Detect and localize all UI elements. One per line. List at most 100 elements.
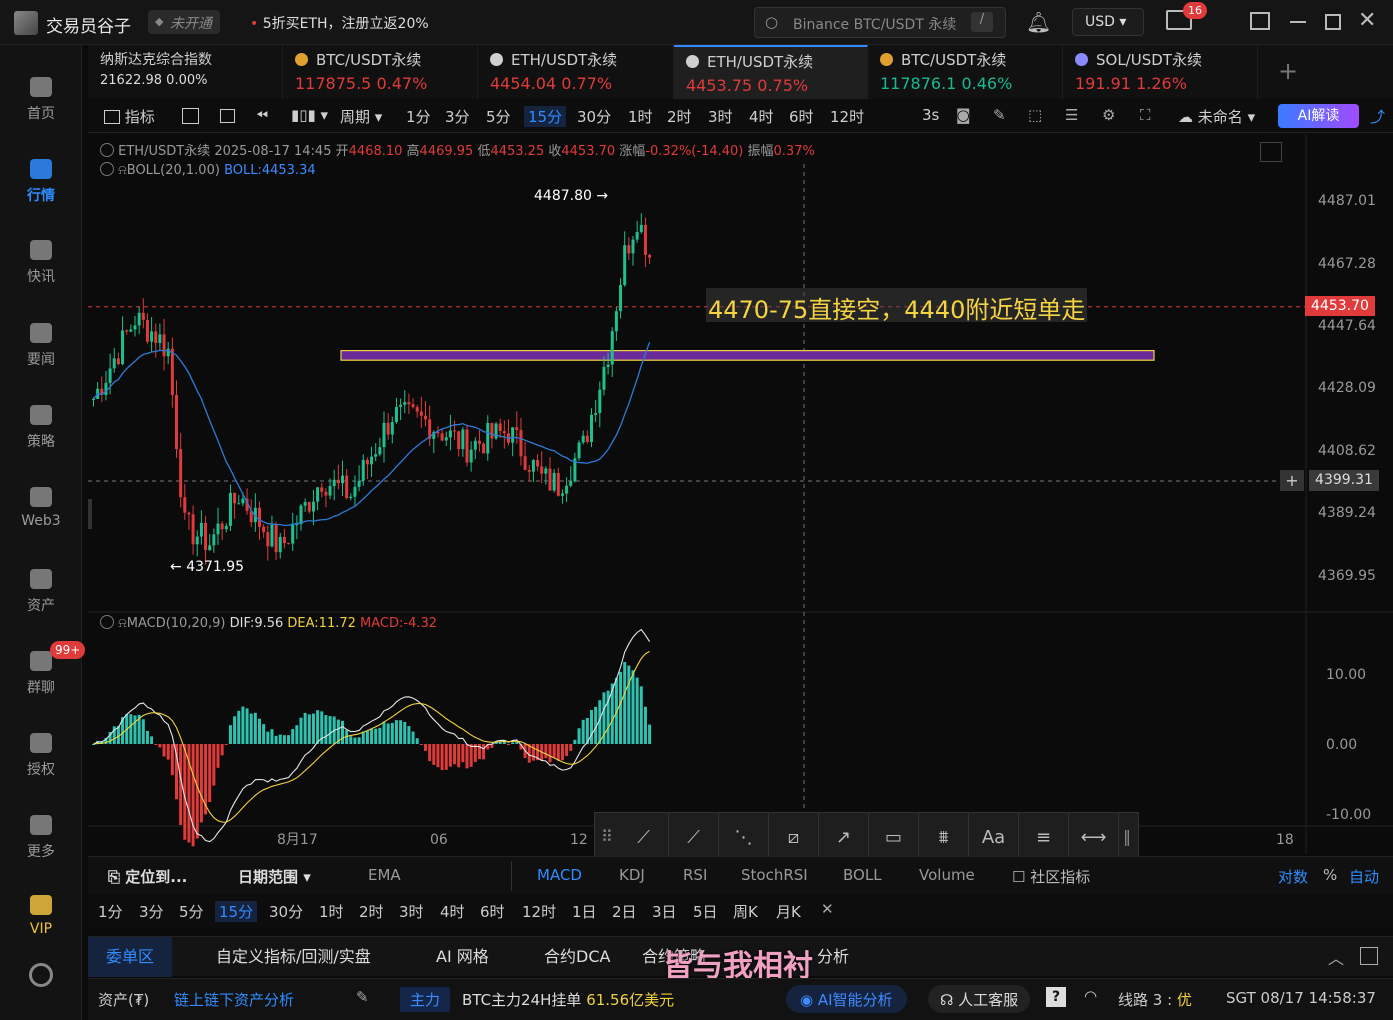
customer-service-button[interactable]: ☊ 人工客服 — [928, 985, 1031, 1013]
sidebar-item-6[interactable]: 资产 — [0, 567, 82, 615]
auto-scale-toggle[interactable]: 自动 — [1349, 866, 1379, 887]
ticker-tab[interactable]: BTC/USDT永续 117875.5 0.47% — [283, 45, 478, 99]
sidebar-item-3[interactable]: 要闻 — [0, 321, 82, 369]
sidebar-item-9[interactable]: 更多 — [0, 813, 82, 861]
interval-4[interactable]: 30分 — [577, 106, 611, 127]
community-indicators[interactable]: ☐ 社区指标 — [1012, 866, 1090, 887]
more-tools-icon[interactable]: ‖ — [1123, 827, 1131, 846]
eye-icon[interactable] — [100, 162, 114, 176]
panel-tab-0[interactable]: 委单区 — [88, 937, 173, 977]
indicators-button[interactable]: 指标 — [104, 106, 155, 127]
fullscreen-icon[interactable]: ⛶ — [1140, 106, 1151, 124]
bell-icon[interactable]: 🔔︎ — [1026, 10, 1051, 34]
help-icon[interactable]: ? — [1046, 987, 1066, 1007]
interval-3[interactable]: 15分 — [524, 106, 567, 127]
quick-interval-9[interactable]: 6时 — [480, 901, 505, 922]
ticker-tab[interactable]: 纳斯达克综合指数 21622.98 0.00% — [88, 45, 283, 99]
quick-interval-2[interactable]: 5分 — [179, 901, 204, 922]
eye-icon[interactable] — [100, 615, 114, 629]
drag-handle-icon[interactable]: ⠿ — [601, 827, 613, 846]
collapse-icon[interactable]: ︿ — [1328, 945, 1344, 969]
main-force-text[interactable]: BTC主力24H挂单 61.56亿美元 — [462, 989, 674, 1010]
popout-icon[interactable] — [1360, 947, 1378, 965]
refresh-interval[interactable]: 3s — [922, 106, 939, 124]
period-select[interactable]: 周期 ▾ — [340, 106, 382, 127]
quick-interval-0[interactable]: 1分 — [98, 901, 123, 922]
quick-interval-7[interactable]: 3时 — [399, 901, 424, 922]
interval-7[interactable]: 3时 — [708, 106, 733, 127]
indicator-tab-4[interactable]: BOLL — [843, 866, 882, 884]
share-icon[interactable]: ⤴ — [1370, 106, 1385, 127]
quick-interval-13[interactable]: 3日 — [652, 901, 677, 922]
indicator-tab-1[interactable]: KDJ — [619, 866, 645, 884]
minimize-icon[interactable] — [1290, 21, 1306, 23]
ticker-tab[interactable]: ETH/USDT永续 4454.04 0.77% — [478, 45, 674, 99]
sidebar-item-1[interactable]: 行情 — [0, 157, 82, 205]
panel-tab-2[interactable]: AI 网格 — [418, 937, 507, 977]
quick-interval-8[interactable]: 4时 — [440, 901, 465, 922]
sidebar-item-10[interactable]: VIP — [0, 893, 82, 937]
expand-chart-icon[interactable] — [1260, 142, 1282, 162]
quick-interval-6[interactable]: 2时 — [359, 901, 384, 922]
currency-select[interactable]: USD ▾ — [1072, 8, 1144, 36]
candle-type-icon[interactable]: ▮▯▮ ▾ — [291, 106, 328, 124]
close-icon[interactable]: ✕ — [1358, 8, 1376, 33]
settings-icon[interactable] — [29, 963, 53, 987]
eye-icon[interactable] — [100, 143, 114, 157]
sidebar-item-5[interactable]: Web3 — [0, 485, 82, 529]
calendar-icon[interactable] — [182, 108, 199, 124]
pen-icon[interactable]: ✎ — [993, 106, 1006, 124]
chart-area[interactable]: 4487.01 4467.28 4447.64 4428.09 4408.62 4389.… — [88, 134, 1393, 864]
quick-interval-10[interactable]: 12时 — [522, 901, 556, 922]
quick-interval-1[interactable]: 3分 — [139, 901, 164, 922]
locate-button[interactable]: ⎘ 定位到... — [108, 866, 187, 887]
settings-icon[interactable]: ⚙ — [1102, 106, 1115, 124]
percent-toggle[interactable]: % — [1323, 866, 1337, 884]
bell-small-icon[interactable]: ⍾ — [118, 163, 127, 178]
indicator-tab-5[interactable]: Volume — [919, 866, 975, 884]
list-icon[interactable]: ☰ — [1065, 106, 1078, 124]
sidebar-item-8[interactable]: 授权 — [0, 731, 82, 779]
edit-icon[interactable]: ✎ — [356, 988, 369, 1006]
onchain-analysis-link[interactable]: 链上链下资产分析 — [174, 989, 294, 1010]
interval-2[interactable]: 5分 — [486, 106, 511, 127]
search-input[interactable]: ○ Binance BTC/USDT 永续 / — [754, 7, 1006, 38]
chart-annotation[interactable]: 4470-75直接空，4440附近短单走 — [706, 288, 1088, 324]
indicator-tab-0[interactable]: MACD — [537, 866, 582, 884]
panel-tab-3[interactable]: 合约DCA — [526, 937, 628, 977]
log-scale-toggle[interactable]: 对数 — [1278, 866, 1308, 887]
sidebar-item-2[interactable]: 快讯 — [0, 238, 82, 286]
ema-tab[interactable]: EMA — [368, 866, 401, 884]
ticker-tab[interactable]: ETH/USDT永续 4453.75 0.75% — [674, 45, 868, 99]
add-tab-icon[interactable]: + — [1278, 57, 1298, 85]
chart-svg[interactable]: 4487.01 4467.28 4447.64 4428.09 4408.62 4389.… — [88, 134, 1393, 854]
promo-text[interactable]: • 5折买ETH，注册立返20% — [250, 13, 429, 33]
layout-icon[interactable] — [1250, 12, 1270, 30]
sidebar-item-0[interactable]: 首页 — [0, 75, 82, 123]
ticker-tab[interactable]: BTC/USDT永续 117876.1 0.46% — [868, 45, 1063, 99]
account-badge[interactable]: ◆ 未开通 — [148, 10, 220, 34]
maximize-icon[interactable] — [1325, 14, 1341, 30]
close-icon[interactable]: ✕ — [821, 900, 834, 918]
ai-interpret-button[interactable]: AI解读 — [1278, 104, 1359, 128]
panel-tab-1[interactable]: 自定义指标/回测/实盘 — [198, 937, 389, 977]
quick-interval-16[interactable]: 月K — [776, 901, 801, 922]
quick-interval-4[interactable]: 30分 — [269, 901, 303, 922]
camera-icon[interactable]: ◙ — [956, 106, 971, 124]
quick-interval-14[interactable]: 5日 — [693, 901, 718, 922]
quick-interval-11[interactable]: 1日 — [572, 901, 597, 922]
quick-interval-12[interactable]: 2日 — [612, 901, 637, 922]
sidebar-item-7[interactable]: 群聊 99+ — [0, 641, 86, 697]
interval-9[interactable]: 6时 — [789, 106, 814, 127]
ticker-tab[interactable]: SOL/USDT永续 191.91 1.26% — [1063, 45, 1258, 99]
interval-5[interactable]: 1时 — [628, 106, 653, 127]
layout-split-icon[interactable] — [220, 109, 235, 123]
layout-name-select[interactable]: ☁ 未命名 ▾ — [1178, 106, 1255, 127]
connection-line[interactable]: 线路 3 : 优 — [1118, 989, 1192, 1010]
interval-10[interactable]: 12时 — [830, 106, 864, 127]
date-range-select[interactable]: 日期范围 ▾ — [238, 866, 311, 887]
quick-interval-5[interactable]: 1时 — [319, 901, 344, 922]
interval-6[interactable]: 2时 — [667, 106, 692, 127]
add-alert-button[interactable]: + — [1280, 470, 1304, 491]
interval-0[interactable]: 1分 — [406, 106, 431, 127]
